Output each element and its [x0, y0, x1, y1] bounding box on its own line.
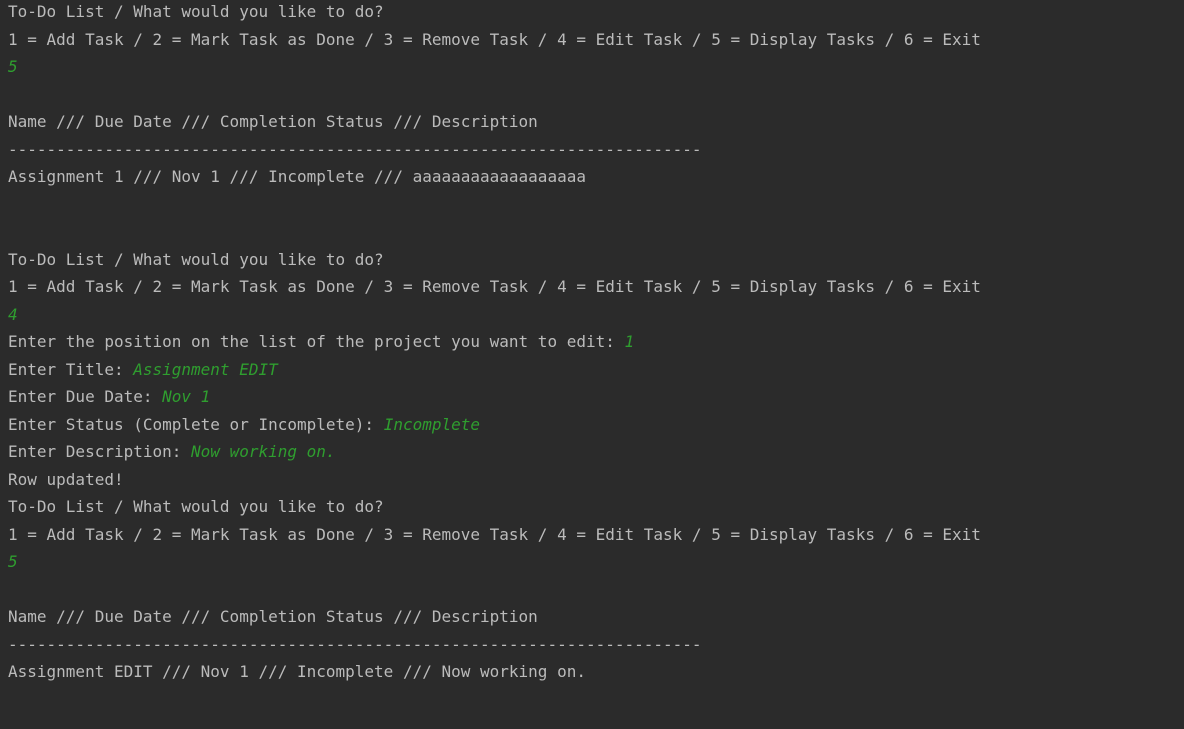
title-prompt: Enter Title:	[8, 359, 134, 379]
row-updated-message: Row updated!	[8, 469, 124, 489]
position-prompt-line: Enter the position on the list of the pr…	[8, 330, 1184, 358]
menu-options-2: 1 = Add Task / 2 = Mark Task as Done / 3…	[8, 277, 981, 296]
prompt-title-1: To-Do List / What would you like to do?	[8, 2, 384, 21]
table-header-2: Name /// Due Date /// Completion Status …	[8, 607, 538, 626]
user-choice-3: 5	[8, 552, 18, 571]
position-input: 1	[624, 332, 635, 351]
position-prompt: Enter the position on the list of the pr…	[8, 332, 625, 351]
status-prompt-line: Enter Status (Complete or Incomplete): I…	[8, 413, 1184, 441]
task-row-2: Assignment EDIT /// Nov 1 /// Incomplete…	[8, 662, 586, 681]
status-input: Incomplete	[383, 414, 481, 434]
description-input: Now working on.	[191, 442, 336, 461]
user-choice-1: 5	[8, 57, 18, 76]
table-divider-1: ----------------------------------------…	[8, 139, 702, 159]
table-header-1: Name /// Due Date /// Completion Status …	[8, 112, 538, 131]
task-row-1: Assignment 1 /// Nov 1 /// Incomplete //…	[8, 167, 586, 186]
table-divider-2: ----------------------------------------…	[8, 634, 702, 654]
description-prompt-line: Enter Description: Now working on.	[8, 440, 1184, 468]
title-input: Assignment EDIT	[133, 359, 278, 379]
prompt-title-3: To-Do List / What would you like to do?	[8, 497, 384, 516]
due-date-prompt: Enter Due Date:	[8, 387, 163, 406]
title-prompt-line: Enter Title: Assignment EDIT	[8, 358, 1184, 386]
due-date-prompt-line: Enter Due Date: Nov 1	[8, 385, 1184, 413]
menu-options-1: 1 = Add Task / 2 = Mark Task as Done / 3…	[8, 29, 981, 49]
prompt-title-2: To-Do List / What would you like to do?	[8, 249, 384, 269]
status-prompt: Enter Status (Complete or Incomplete):	[8, 414, 384, 434]
console-output[interactable]: To-Do List / What would you like to do? …	[0, 0, 1184, 729]
user-choice-2: 4	[8, 304, 18, 324]
menu-options-3: 1 = Add Task / 2 = Mark Task as Done / 3…	[8, 524, 981, 544]
due-date-input: Nov 1	[162, 387, 211, 406]
description-prompt: Enter Description:	[8, 442, 192, 461]
